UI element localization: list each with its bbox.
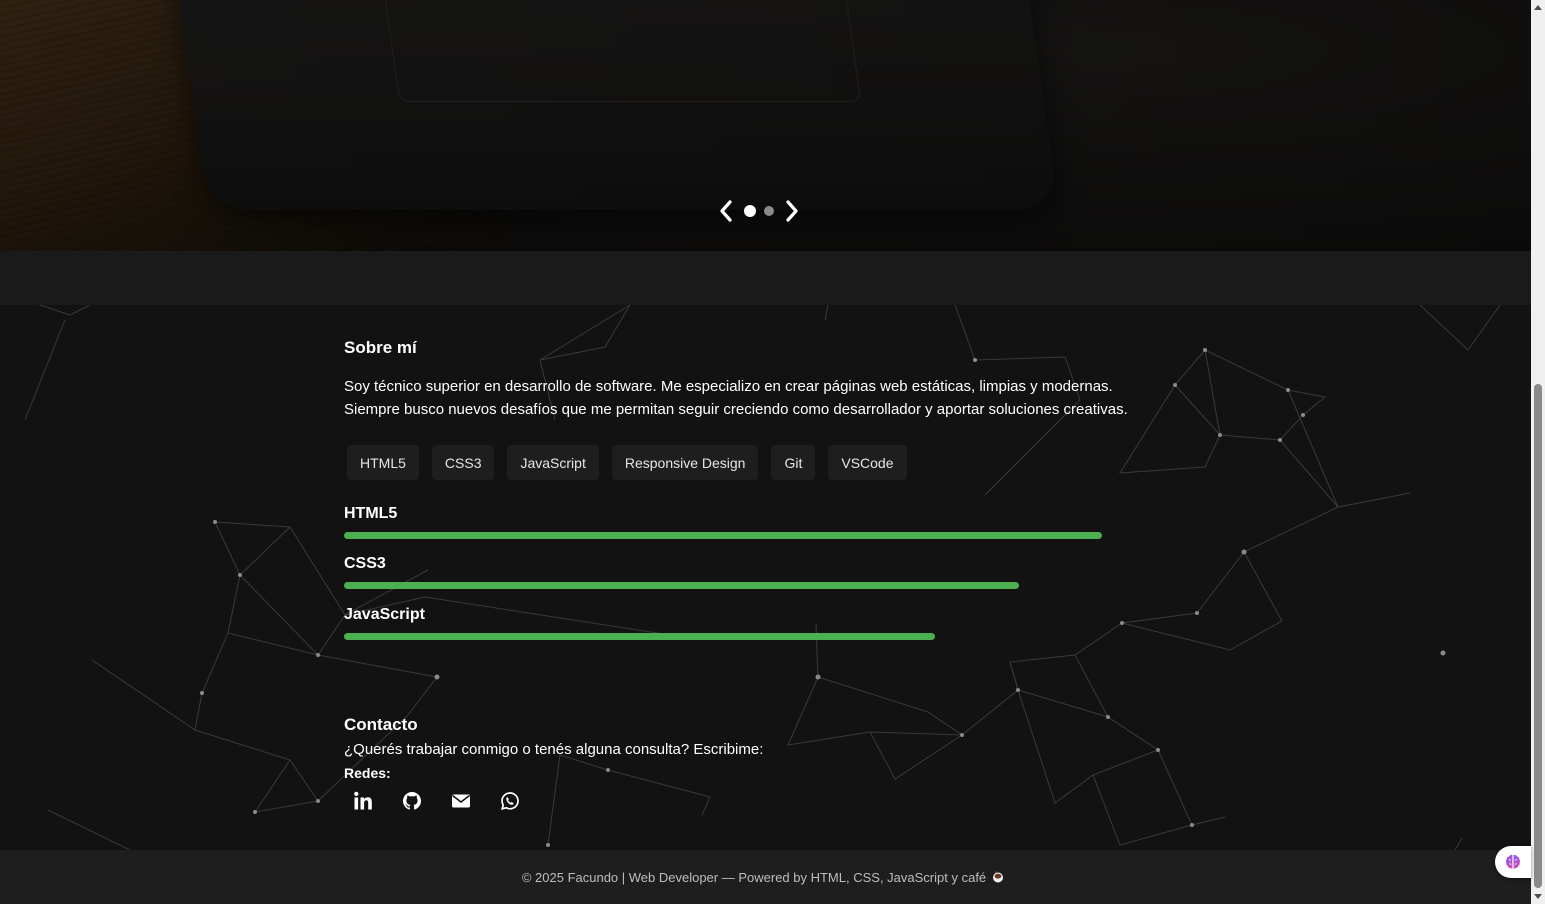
skill-bar-fill <box>344 633 936 640</box>
socials-label: Redes: <box>344 765 391 781</box>
footer-text: © 2025 Facundo | Web Developer — Powered… <box>521 869 987 885</box>
brain-icon <box>1505 854 1521 869</box>
github-link[interactable] <box>401 790 423 812</box>
carousel-prev-button[interactable] <box>712 197 740 225</box>
hero-carousel <box>0 0 1531 251</box>
github-icon <box>403 792 421 810</box>
carousel-dot-1[interactable] <box>744 205 756 217</box>
tech-chips: HTML5 CSS3 JavaScript Responsive Design … <box>347 445 907 480</box>
skill-css3: CSS3 <box>344 555 1104 589</box>
skill-name: HTML5 <box>344 505 398 522</box>
linkedin-link[interactable] <box>352 790 374 812</box>
whatsapp-icon <box>501 792 519 810</box>
chip-vscode: VSCode <box>828 445 907 480</box>
chevron-left-icon <box>720 200 732 222</box>
skill-bar-track <box>344 582 1102 589</box>
main-content: Sobre mí Soy técnico superior en desarro… <box>0 305 1531 850</box>
skill-bar-track <box>344 532 1102 539</box>
about-text-line-1: Soy técnico superior en desarrollo de so… <box>344 378 1113 395</box>
skill-javascript: JavaScript <box>344 606 1104 640</box>
skill-name: JavaScript <box>344 606 425 623</box>
carousel-controls <box>712 197 806 225</box>
chevron-right-icon <box>786 200 798 222</box>
skill-name: CSS3 <box>344 555 386 572</box>
scrollbar-thumb[interactable] <box>1534 384 1542 888</box>
chip-git: Git <box>771 445 816 480</box>
contact-text: ¿Querés trabajar conmigo o tenés alguna … <box>344 741 764 758</box>
skill-bar-fill <box>344 532 1102 539</box>
carousel-dot-2[interactable] <box>764 206 774 216</box>
page-scrollbar[interactable] <box>1531 0 1545 904</box>
floating-assistant-button[interactable] <box>1495 846 1531 878</box>
email-link[interactable] <box>450 790 472 812</box>
whatsapp-link[interactable] <box>499 790 521 812</box>
chip-css3: CSS3 <box>431 445 495 480</box>
contact-title: Contacto <box>344 715 418 734</box>
chip-javascript: JavaScript <box>507 445 599 480</box>
carousel-next-button[interactable] <box>778 197 806 225</box>
scroll-down-arrow-icon[interactable] <box>1533 891 1543 901</box>
scroll-up-arrow-icon[interactable] <box>1533 3 1543 13</box>
about-text: Soy técnico superior en desarrollo de so… <box>344 375 1204 421</box>
linkedin-icon <box>354 791 372 810</box>
chip-html5: HTML5 <box>347 445 419 480</box>
envelope-icon <box>452 794 470 808</box>
about-text-line-2: Siempre busco nuevos desafíos que me per… <box>344 401 1128 418</box>
skill-html5: HTML5 <box>344 505 1104 539</box>
skill-bar-fill <box>344 582 1019 589</box>
social-links <box>352 790 521 812</box>
coffee-icon <box>993 871 1004 883</box>
section-divider-band <box>0 251 1531 305</box>
footer: © 2025 Facundo | Web Developer — Powered… <box>0 850 1531 904</box>
skill-bar-track <box>344 633 1102 640</box>
chip-responsive-design: Responsive Design <box>611 445 759 480</box>
about-title: Sobre mí <box>344 338 417 357</box>
